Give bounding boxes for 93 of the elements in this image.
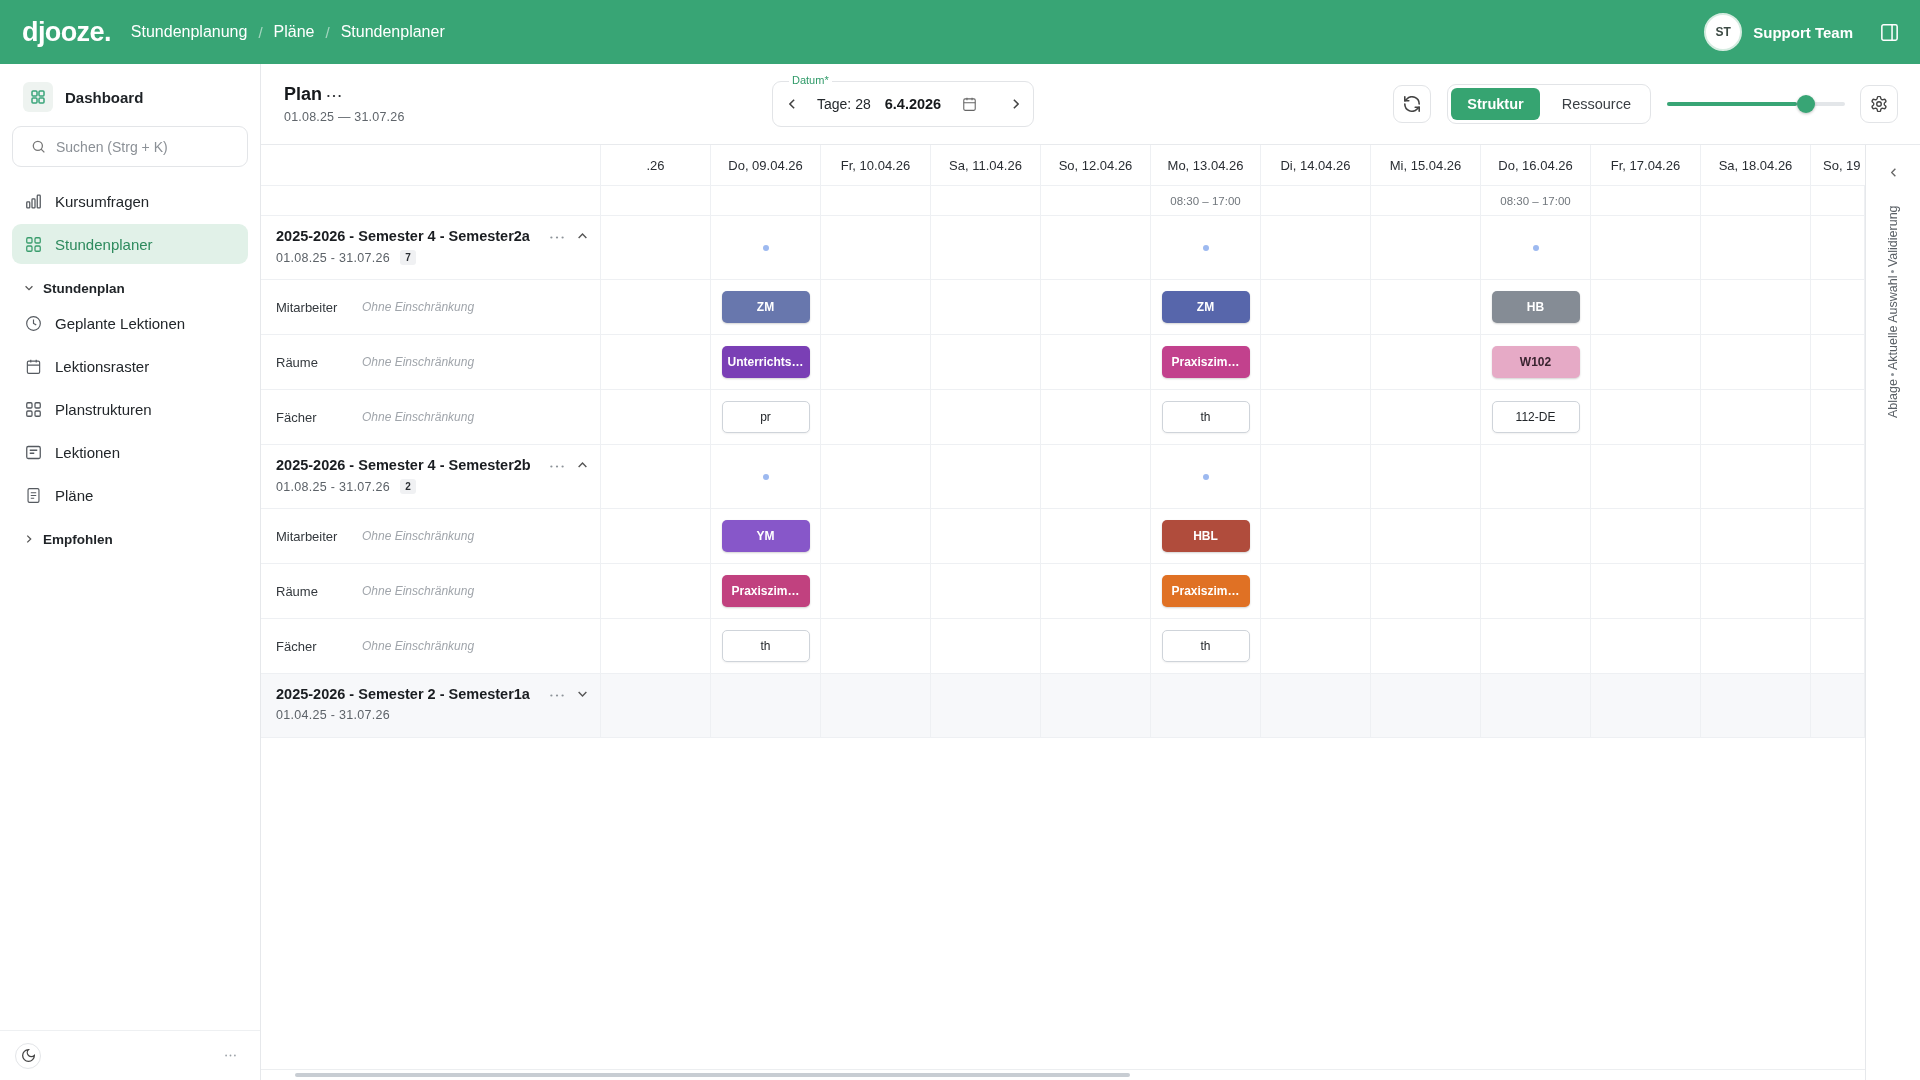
row-label: Fächer (276, 409, 318, 425)
sidebar-item[interactable]: Lektionen (12, 432, 248, 472)
more-icon[interactable] (327, 94, 341, 98)
page-title: Plan (284, 84, 322, 105)
user-avatar[interactable]: ST (1704, 13, 1743, 51)
panel-toggle-icon[interactable] (1881, 23, 1898, 41)
date-value[interactable]: 6.4.2026 (884, 96, 942, 112)
schedule-chip[interactable]: HBL (1161, 520, 1250, 552)
schedule-chip[interactable]: Praxiszim… (721, 575, 810, 607)
slider-thumb[interactable] (1796, 95, 1815, 113)
chevron-up-icon[interactable] (578, 233, 587, 239)
sidebar-item[interactable]: Kursumfragen (12, 181, 248, 221)
schedule-chip[interactable]: W102 (1491, 346, 1580, 378)
previous-button[interactable] (789, 99, 795, 109)
side-tab[interactable]: Ablage (1886, 379, 1900, 419)
schedule-chip[interactable]: th (721, 630, 810, 662)
schedule-chip[interactable]: 112-DE (1491, 401, 1580, 433)
search-icon (32, 140, 45, 153)
day-header: Do, 16.04.26 (1481, 145, 1591, 186)
group-title: 2025-2026 - Semester 4 - Semester2b (276, 457, 532, 473)
day-header: Fr, 10.04.26 (821, 145, 931, 186)
grid-icon (26, 236, 41, 252)
search-field[interactable]: Suchen (Strg + K) (12, 126, 248, 167)
day-header: Sa, 11.04.26 (931, 145, 1041, 186)
plan-dates: 01.08.25 — 31.07.26 (284, 110, 406, 124)
schedule-chip[interactable]: th (1161, 401, 1250, 433)
day-header: So, 19 (1811, 145, 1865, 186)
count-badge: 7 (400, 250, 416, 265)
field-label: Datum* (789, 74, 832, 86)
group-title: 2025-2026 - Semester 4 - Semester2a (276, 228, 531, 244)
day-header: Do, 09.04.26 (711, 145, 821, 186)
day-header: Di, 14.04.26 (1261, 145, 1371, 186)
row-label: Mitarbeiter (276, 299, 339, 315)
breadcrumb-separator: / (325, 23, 330, 41)
day-header: So, 12.04.26 (1041, 145, 1151, 186)
dashboard-link[interactable]: Dashboard (0, 79, 260, 115)
row-label: Räume (276, 354, 319, 370)
schedule-chip[interactable]: Unterrichts… (721, 346, 810, 378)
next-button[interactable] (1013, 99, 1019, 109)
schedule-chip[interactable]: YM (721, 520, 810, 552)
chevron-down-icon[interactable] (578, 691, 587, 697)
sidebar-item[interactable]: Geplante Lektionen (12, 303, 248, 343)
group-dates: 01.04.25 - 31.07.26 (276, 708, 391, 722)
schedule-chip[interactable]: ZM (721, 291, 810, 323)
grid-icon (26, 401, 41, 417)
document-icon (26, 487, 41, 503)
section-toggle[interactable]: Empfohlen (0, 526, 260, 552)
settings-icon (1871, 96, 1887, 112)
day-header: Mo, 13.04.26 (1151, 145, 1261, 186)
separator-dot-icon (1891, 373, 1895, 377)
schedule-chip[interactable]: Praxiszim… (1161, 346, 1250, 378)
schedule-chip[interactable]: pr (721, 401, 810, 433)
side-tab[interactable]: Aktuelle Auswahl (1886, 275, 1900, 371)
bar-chart-icon (26, 193, 41, 209)
group-title: 2025-2026 - Semester 2 - Semester1a (276, 686, 531, 702)
day-header: Fr, 17.04.26 (1591, 145, 1701, 186)
chevron-left-icon[interactable] (1890, 168, 1896, 177)
sidebar-item[interactable]: Pläne (12, 475, 248, 515)
scrollbar-thumb[interactable] (295, 1073, 1130, 1077)
row-label: Räume (276, 583, 319, 599)
schedule-chip[interactable]: th (1161, 630, 1250, 662)
row-label: Fächer (276, 638, 318, 654)
settings-button[interactable] (1860, 85, 1898, 123)
refresh-button[interactable] (1393, 85, 1432, 123)
refresh-icon (1404, 96, 1421, 112)
chevron-left-icon (789, 99, 795, 109)
view-tab[interactable]: Ressource (1545, 88, 1647, 120)
days-label: Tage: 28 (817, 96, 871, 112)
separator-dot-icon (1891, 269, 1895, 273)
schedule-chip[interactable]: ZM (1161, 291, 1250, 323)
clock-icon (26, 315, 41, 331)
moon-icon (21, 1049, 35, 1062)
day-header: Mi, 15.04.26 (1371, 145, 1481, 186)
chevron-right-icon (1013, 99, 1019, 109)
day-header: Sa, 18.04.26 (1701, 145, 1811, 186)
calendar-icon[interactable] (963, 97, 977, 111)
dashboard-icon (23, 82, 53, 112)
breadcrumb-separator: / (258, 23, 263, 41)
day-header: .26 (601, 145, 711, 186)
chevron-up-icon[interactable] (578, 462, 587, 468)
side-tab[interactable]: Validierung (1886, 205, 1900, 267)
sidebar-item[interactable]: Stundenplaner (12, 224, 248, 264)
calendar-icon (26, 358, 41, 374)
hours-label: 08:30 – 17:00 (1170, 194, 1241, 207)
sidebar-item[interactable]: Lektionsraster (12, 346, 248, 386)
list-card-icon (26, 444, 41, 460)
hours-label: 08:30 – 17:00 (1500, 194, 1571, 207)
row-label: Mitarbeiter (276, 528, 339, 544)
group-dates: 01.08.25 - 31.07.26 (276, 250, 391, 265)
count-badge: 2 (400, 479, 416, 494)
section-toggle[interactable]: Stundenplan (0, 275, 260, 301)
sidebar-item[interactable]: Planstrukturen (12, 389, 248, 429)
group-dates: 01.08.25 - 31.07.26 (276, 479, 391, 494)
